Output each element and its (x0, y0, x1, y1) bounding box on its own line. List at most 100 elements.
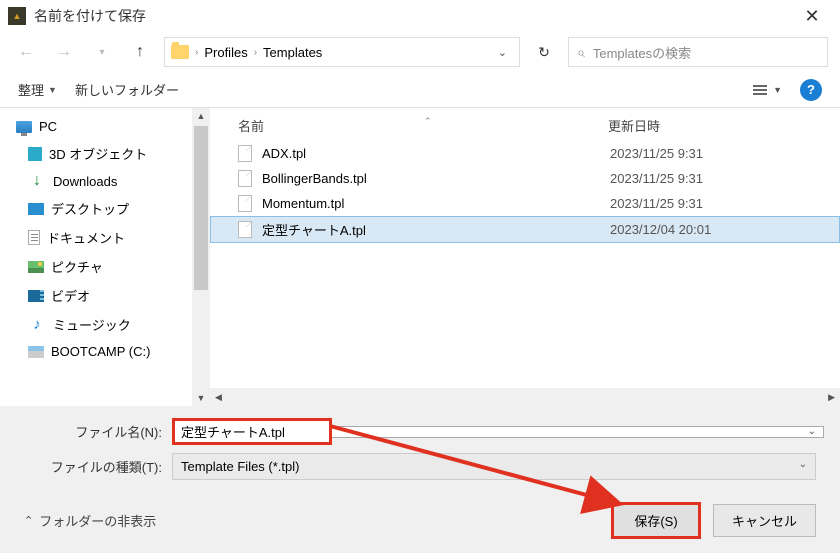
column-header-date[interactable]: 更新日時 (608, 116, 828, 135)
drive-icon (28, 346, 44, 358)
file-icon (238, 195, 252, 212)
file-icon (238, 170, 252, 187)
file-name: ADX.tpl (262, 146, 610, 161)
footer: ⌃ フォルダーの非表示 保存(S) キャンセル (0, 492, 840, 553)
filename-label: ファイル名(N): (24, 422, 172, 441)
filetype-label: ファイルの種類(T): (24, 457, 172, 476)
filename-dropdown[interactable]: ⌄ (808, 426, 816, 437)
breadcrumb-item[interactable]: Profiles (204, 45, 247, 60)
file-date: 2023/11/25 9:31 (610, 171, 703, 186)
breadcrumb-item[interactable]: Templates (263, 45, 322, 60)
sidebar-item-label: 3D オブジェクト (49, 144, 147, 163)
file-date: 2023/11/25 9:31 (610, 196, 703, 211)
back-button[interactable]: ← (12, 38, 40, 66)
close-button[interactable]: ✕ (792, 2, 832, 30)
sidebar-item-label: PC (39, 119, 57, 134)
column-label: 名前 (238, 119, 264, 134)
column-headers: 名前 ⌃ 更新日時 (210, 108, 840, 141)
forward-button: → (50, 38, 78, 66)
chevron-down-icon: ▼ (48, 85, 57, 95)
documents-icon (28, 230, 40, 245)
sidebar-item-desktop[interactable]: デスクトップ (0, 194, 210, 223)
sidebar-item-label: ピクチャ (51, 257, 103, 276)
sidebar-item-3d-objects[interactable]: 3D オブジェクト (0, 139, 210, 168)
view-mode-button[interactable]: ▼ (753, 85, 782, 95)
chevron-down-icon: ▼ (773, 85, 782, 95)
file-row[interactable]: BollingerBands.tpl 2023/11/25 9:31 (210, 166, 840, 191)
scroll-thumb[interactable] (194, 126, 208, 290)
path-dropdown[interactable]: ⌄ (492, 46, 513, 59)
file-row[interactable]: Momentum.tpl 2023/11/25 9:31 (210, 191, 840, 216)
chevron-up-icon: ⌃ (24, 514, 33, 527)
filename-input[interactable] (172, 418, 332, 445)
sidebar-item-videos[interactable]: ビデオ (0, 281, 210, 310)
3d-objects-icon (28, 147, 42, 161)
sidebar-item-label: デスクトップ (51, 199, 129, 218)
help-button[interactable]: ? (800, 79, 822, 101)
chevron-right-icon: › (195, 47, 198, 58)
search-input[interactable]: ⌕ Templatesの検索 (568, 37, 828, 67)
file-row-selected[interactable]: 定型チャートA.tpl 2023/12/04 20:01 (210, 216, 840, 243)
sidebar-item-label: ビデオ (51, 286, 90, 305)
up-button[interactable]: ↑ (126, 38, 154, 66)
cancel-label: キャンセル (732, 514, 797, 529)
file-name: BollingerBands.tpl (262, 171, 610, 186)
sort-indicator-icon: ⌃ (424, 116, 432, 127)
save-label: 保存(S) (634, 514, 677, 529)
column-header-name[interactable]: 名前 ⌃ (238, 116, 608, 135)
sidebar-item-label: Downloads (53, 174, 117, 189)
sidebar-item-label: ミュージック (53, 315, 131, 334)
breadcrumb[interactable]: › Profiles › Templates ⌄ (164, 37, 520, 67)
sidebar-item-downloads[interactable]: ↓ Downloads (0, 168, 210, 194)
refresh-button[interactable]: ↻ (530, 38, 558, 66)
file-date: 2023/11/25 9:31 (610, 146, 703, 161)
organize-menu[interactable]: 整理 ▼ (18, 80, 57, 99)
filetype-select[interactable]: Template Files (*.tpl) ⌄ (172, 453, 816, 480)
navbar: ← → ▾ ↑ › Profiles › Templates ⌄ ↻ ⌕ Tem… (0, 32, 840, 72)
titlebar: ▲ 名前を付けて保存 ✕ (0, 0, 840, 32)
sidebar-item-documents[interactable]: ドキュメント (0, 223, 210, 252)
recent-dropdown[interactable]: ▾ (88, 38, 116, 66)
scroll-up-icon[interactable]: ▲ (197, 108, 206, 124)
horizontal-scrollbar[interactable]: ◀ ▶ (210, 388, 840, 406)
sidebar: PC 3D オブジェクト ↓ Downloads デスクトップ ドキュメント ピ… (0, 108, 210, 406)
folder-icon (171, 45, 189, 59)
new-folder-button[interactable]: 新しいフォルダー (75, 80, 179, 99)
music-icon: ♪ (28, 317, 46, 333)
chevron-down-icon: ⌄ (799, 459, 807, 474)
file-name: 定型チャートA.tpl (262, 220, 610, 239)
scroll-down-icon[interactable]: ▼ (197, 390, 206, 406)
column-label: 更新日時 (608, 119, 660, 134)
hide-folders-label: フォルダーの非表示 (39, 511, 156, 530)
sidebar-item-music[interactable]: ♪ ミュージック (0, 310, 210, 339)
cancel-button[interactable]: キャンセル (713, 504, 816, 537)
file-icon (238, 221, 252, 238)
toolbar: 整理 ▼ 新しいフォルダー ▼ ? (0, 72, 840, 108)
sidebar-item-label: BOOTCAMP (C:) (51, 344, 150, 359)
form-area: ファイル名(N): ⌄ ファイルの種類(T): Template Files (… (0, 406, 840, 492)
chevron-right-icon: › (254, 47, 257, 58)
window-title: 名前を付けて保存 (34, 6, 792, 26)
body-area: PC 3D オブジェクト ↓ Downloads デスクトップ ドキュメント ピ… (0, 108, 840, 406)
sidebar-scrollbar[interactable]: ▲ ▼ (192, 108, 210, 406)
sidebar-item-drive-c[interactable]: BOOTCAMP (C:) (0, 339, 210, 364)
sidebar-item-pictures[interactable]: ピクチャ (0, 252, 210, 281)
sidebar-item-pc[interactable]: PC (0, 114, 210, 139)
search-placeholder: Templatesの検索 (593, 43, 691, 62)
list-view-icon (753, 85, 767, 95)
file-date: 2023/12/04 20:01 (610, 222, 711, 237)
scroll-right-icon[interactable]: ▶ (823, 392, 840, 403)
downloads-icon: ↓ (28, 173, 46, 189)
organize-label: 整理 (18, 80, 44, 99)
file-row[interactable]: ADX.tpl 2023/11/25 9:31 (210, 141, 840, 166)
videos-icon (28, 290, 44, 302)
search-icon: ⌕ (577, 44, 585, 61)
file-list: 名前 ⌃ 更新日時 ADX.tpl 2023/11/25 9:31 Bollin… (210, 108, 840, 406)
pictures-icon (28, 261, 44, 273)
file-name: Momentum.tpl (262, 196, 610, 211)
hide-folders-toggle[interactable]: ⌃ フォルダーの非表示 (24, 511, 156, 530)
scroll-left-icon[interactable]: ◀ (210, 392, 227, 403)
filename-input-extend[interactable] (332, 426, 824, 438)
save-button[interactable]: 保存(S) (611, 502, 701, 539)
desktop-icon (28, 203, 44, 215)
